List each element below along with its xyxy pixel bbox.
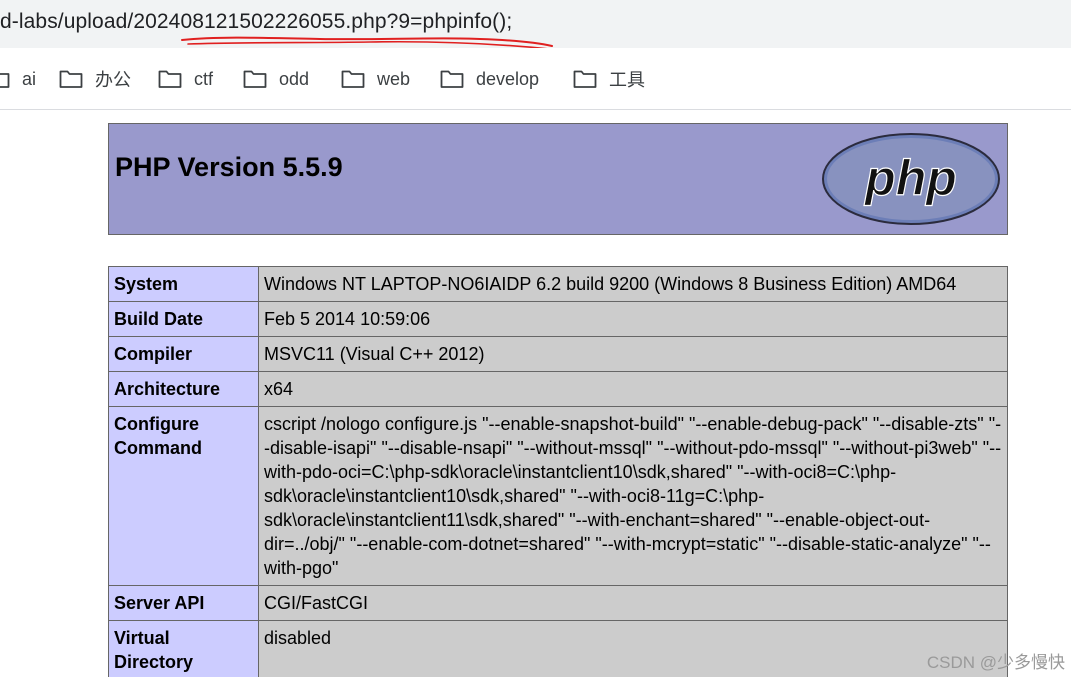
row-value: x64 [258,371,1008,407]
bookmark-label: develop [476,68,540,89]
folder-icon [0,73,10,88]
bookmark-label: odd [279,68,310,89]
php-logo-text: php [863,150,957,206]
row-key: Compiler [108,336,259,372]
php-logo-icon[interactable]: php [821,132,1001,226]
row-key: Virtual Directory Support [108,620,259,677]
folder-icon [440,70,464,88]
row-value: disabled [258,620,1008,677]
url-text[interactable]: d-labs/upload/202408121502226055.php?9=p… [0,10,512,34]
bookmark-label: ai [22,68,37,89]
watermark: CSDN @少多慢快 [926,653,1065,672]
bookmark-label: ctf [194,68,214,89]
bookmark-web[interactable]: web [341,66,410,92]
row-key: Configure Command [108,406,259,586]
bookmark-label: web [377,68,411,89]
folder-icon [158,70,182,88]
table-row: Architecture x64 [108,371,1008,407]
folder-icon [59,70,83,88]
folder-icon [341,70,365,88]
address-bar[interactable]: d-labs/upload/202408121502226055.php?9=p… [0,0,1071,50]
folder-icon [573,70,597,88]
bookmarks-bar: ai 办公 ctf odd web develop 工具 [0,48,1071,110]
bookmark-label: 办公 [95,70,131,90]
table-row: Virtual Directory Support disabled [108,620,1008,677]
row-value: CGI/FastCGI [258,585,1008,621]
table-row: Server API CGI/FastCGI [108,585,1008,621]
bookmark-office[interactable]: 办公 [59,66,131,92]
page-title: PHP Version 5.5.9 [115,152,343,182]
phpinfo-header: PHP Version 5.5.9 php [108,123,1008,235]
phpinfo-table: System Windows NT LAPTOP-NO6IAIDP 6.2 bu… [108,266,1008,677]
row-value: Windows NT LAPTOP-NO6IAIDP 6.2 build 920… [258,266,1008,302]
table-row: Build Date Feb 5 2014 10:59:06 [108,301,1008,337]
bookmark-develop[interactable]: develop [440,66,539,92]
row-key: Server API [108,585,259,621]
row-value: cscript /nologo configure.js "--enable-s… [258,406,1008,586]
folder-icon [243,70,267,88]
bookmark-odd[interactable]: odd [243,66,309,92]
bookmark-ctf[interactable]: ctf [158,66,213,92]
row-value: MSVC11 (Visual C++ 2012) [258,336,1008,372]
table-row: Configure Command cscript /nologo config… [108,406,1008,586]
bookmark-label: 工具 [609,70,645,90]
row-key: System [108,266,259,302]
row-key: Architecture [108,371,259,407]
row-value: Feb 5 2014 10:59:06 [258,301,1008,337]
table-row: Compiler MSVC11 (Visual C++ 2012) [108,336,1008,372]
bookmark-tools[interactable]: 工具 [573,66,645,92]
bookmark-ai[interactable]: ai [0,66,36,92]
table-row: System Windows NT LAPTOP-NO6IAIDP 6.2 bu… [108,266,1008,302]
row-key: Build Date [108,301,259,337]
